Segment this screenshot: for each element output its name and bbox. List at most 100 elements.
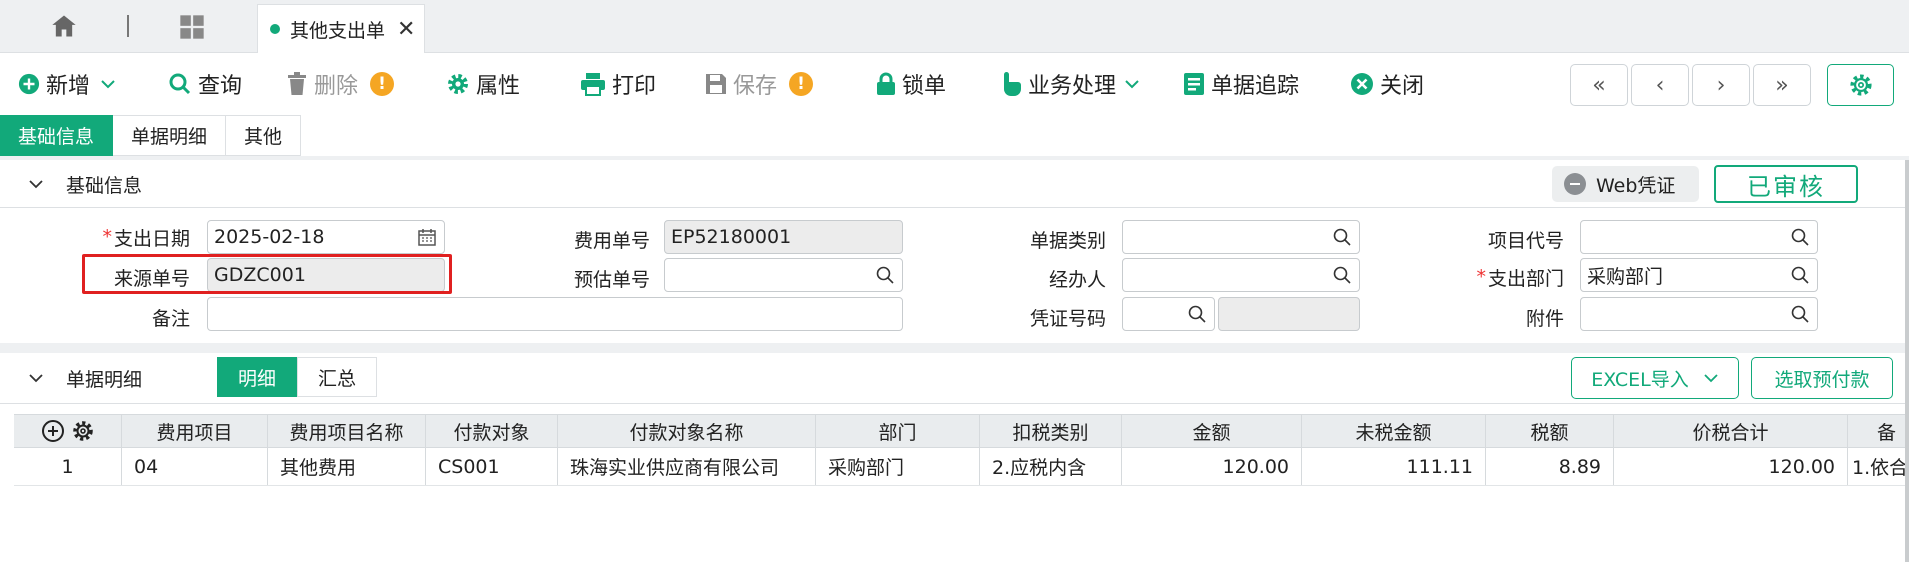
table-header: 费用项目 费用项目名称 付款对象 付款对象名称 部门 扣税类别 金额 未税金额 … [14, 414, 1909, 448]
search-icon[interactable] [1333, 266, 1351, 284]
prev-record-button[interactable]: ‹ [1631, 64, 1689, 106]
project-field[interactable] [1580, 220, 1818, 254]
print-button[interactable]: 打印 [580, 66, 656, 102]
handler-label: 经办人 [1048, 268, 1106, 291]
cell-remark[interactable]: 1.依合 [1848, 448, 1909, 485]
col-expense-item[interactable]: 费用项目 [122, 415, 268, 447]
col-total[interactable]: 价税合计 [1614, 415, 1848, 447]
col-payee-name[interactable]: 付款对象名称 [558, 415, 816, 447]
cell-amount[interactable]: 120.00 [1122, 448, 1302, 485]
tab-separator [127, 15, 129, 37]
chevron-down-icon [1704, 374, 1718, 383]
double-chevron-left-icon: « [1592, 72, 1606, 98]
cell-payee-name[interactable]: 珠海实业供应商有限公司 [558, 448, 816, 485]
warning-icon: ! [370, 72, 395, 96]
cell-department[interactable]: 采购部门 [816, 448, 980, 485]
col-pretax-amount[interactable]: 未税金额 [1302, 415, 1486, 447]
search-icon[interactable] [1791, 228, 1809, 246]
date-label: * 支出日期 [102, 226, 190, 250]
last-record-button[interactable]: » [1753, 64, 1811, 106]
tab-document-detail[interactable]: 单据明细 [113, 115, 227, 156]
tab-other-expense[interactable]: 其他支出单 ✕ [257, 4, 425, 53]
project-label: 项目代号 [1487, 229, 1564, 252]
tab-basic-info[interactable]: 基础信息 [0, 115, 114, 156]
lock-button[interactable]: 锁单 [876, 66, 946, 102]
query-button[interactable]: 查询 [168, 66, 242, 102]
new-button[interactable]: 新增 [18, 66, 122, 102]
close-button[interactable]: 关闭 [1350, 66, 1424, 102]
cell-expense-item-name[interactable]: 其他费用 [268, 448, 426, 485]
expense-no-field[interactable]: EP52180001 [664, 220, 903, 254]
minus-circle-icon [1564, 173, 1586, 195]
chevron-down-icon[interactable] [28, 176, 44, 192]
col-department[interactable]: 部门 [816, 415, 980, 447]
chevron-down-icon[interactable] [100, 76, 116, 92]
remark-field[interactable] [207, 297, 903, 331]
delete-button[interactable]: 删除 ! [286, 66, 395, 102]
chevron-right-icon: › [1716, 72, 1726, 98]
search-icon[interactable] [1188, 305, 1206, 323]
apps-grid-icon[interactable] [178, 13, 206, 41]
add-row-icon[interactable] [41, 419, 65, 443]
web-voucher-button[interactable]: Web凭证 [1552, 166, 1699, 202]
cell-tax[interactable]: 8.89 [1486, 448, 1614, 485]
select-prepayment-button[interactable]: 选取预付款 [1751, 357, 1893, 399]
floppy-disk-icon [706, 74, 726, 94]
cell-expense-item[interactable]: 04 [122, 448, 268, 485]
hand-pointer-icon [1004, 72, 1021, 96]
business-process-button[interactable]: 业务处理 [1000, 66, 1146, 102]
detail-subtabs: 明细 汇总 [217, 357, 378, 397]
close-tab-icon[interactable]: ✕ [397, 17, 415, 42]
first-record-button[interactable]: « [1570, 64, 1628, 106]
home-icon[interactable] [50, 12, 78, 40]
gear-icon [1849, 74, 1872, 96]
cell-pretax-amount[interactable]: 111.11 [1302, 448, 1486, 485]
remark-label: 备注 [151, 307, 190, 330]
calendar-icon[interactable] [418, 228, 436, 246]
vertical-scrollbar[interactable] [1905, 160, 1909, 562]
save-button[interactable]: 保存 ! [705, 66, 814, 102]
close-circle-icon [1351, 73, 1373, 95]
table-row[interactable]: 1 04 其他费用 CS001 珠海实业供应商有限公司 采购部门 2.应税内含 … [14, 448, 1909, 486]
cell-tax-type[interactable]: 2.应税内含 [980, 448, 1122, 485]
date-field[interactable]: 2025-02-18 [207, 220, 445, 254]
divider [0, 156, 1909, 160]
department-field[interactable]: 采购部门 [1580, 258, 1818, 292]
lock-icon [877, 72, 895, 95]
chevron-down-icon[interactable] [1124, 76, 1140, 92]
next-record-button[interactable]: › [1692, 64, 1750, 106]
active-dot [270, 24, 280, 34]
col-remark[interactable]: 备 [1848, 415, 1909, 447]
cell-total[interactable]: 120.00 [1614, 448, 1848, 485]
properties-button[interactable]: 属性 [446, 66, 520, 102]
estimate-no-field[interactable] [664, 258, 903, 292]
settings-button[interactable] [1827, 64, 1894, 106]
document-trace-button[interactable]: 单据追踪 [1183, 66, 1299, 102]
cell-payee[interactable]: CS001 [426, 448, 558, 485]
search-icon[interactable] [1791, 266, 1809, 284]
tab-other[interactable]: 其他 [226, 115, 302, 156]
search-icon[interactable] [1791, 305, 1809, 323]
divider [0, 343, 1909, 353]
gear-icon[interactable] [71, 419, 95, 443]
tab-detail[interactable]: 明细 [217, 357, 298, 397]
col-expense-item-name[interactable]: 费用项目名称 [268, 415, 426, 447]
voucher-no-field[interactable] [1122, 297, 1215, 331]
doc-type-field[interactable] [1122, 220, 1360, 254]
divider [0, 207, 1909, 208]
trash-icon [288, 72, 306, 95]
attachment-field[interactable] [1580, 297, 1818, 331]
excel-import-button[interactable]: EXCEL导入 [1571, 357, 1739, 399]
chevron-left-icon: ‹ [1655, 72, 1665, 98]
col-amount[interactable]: 金额 [1122, 415, 1302, 447]
tab-summary[interactable]: 汇总 [297, 357, 378, 397]
col-tax-type[interactable]: 扣税类别 [980, 415, 1122, 447]
handler-field[interactable] [1122, 258, 1360, 292]
col-tax[interactable]: 税额 [1486, 415, 1614, 447]
search-icon[interactable] [876, 266, 894, 284]
search-icon[interactable] [1333, 228, 1351, 246]
attachment-label: 附件 [1525, 307, 1564, 330]
col-payee[interactable]: 付款对象 [426, 415, 558, 447]
warning-icon: ! [789, 72, 814, 96]
chevron-down-icon[interactable] [28, 370, 44, 386]
